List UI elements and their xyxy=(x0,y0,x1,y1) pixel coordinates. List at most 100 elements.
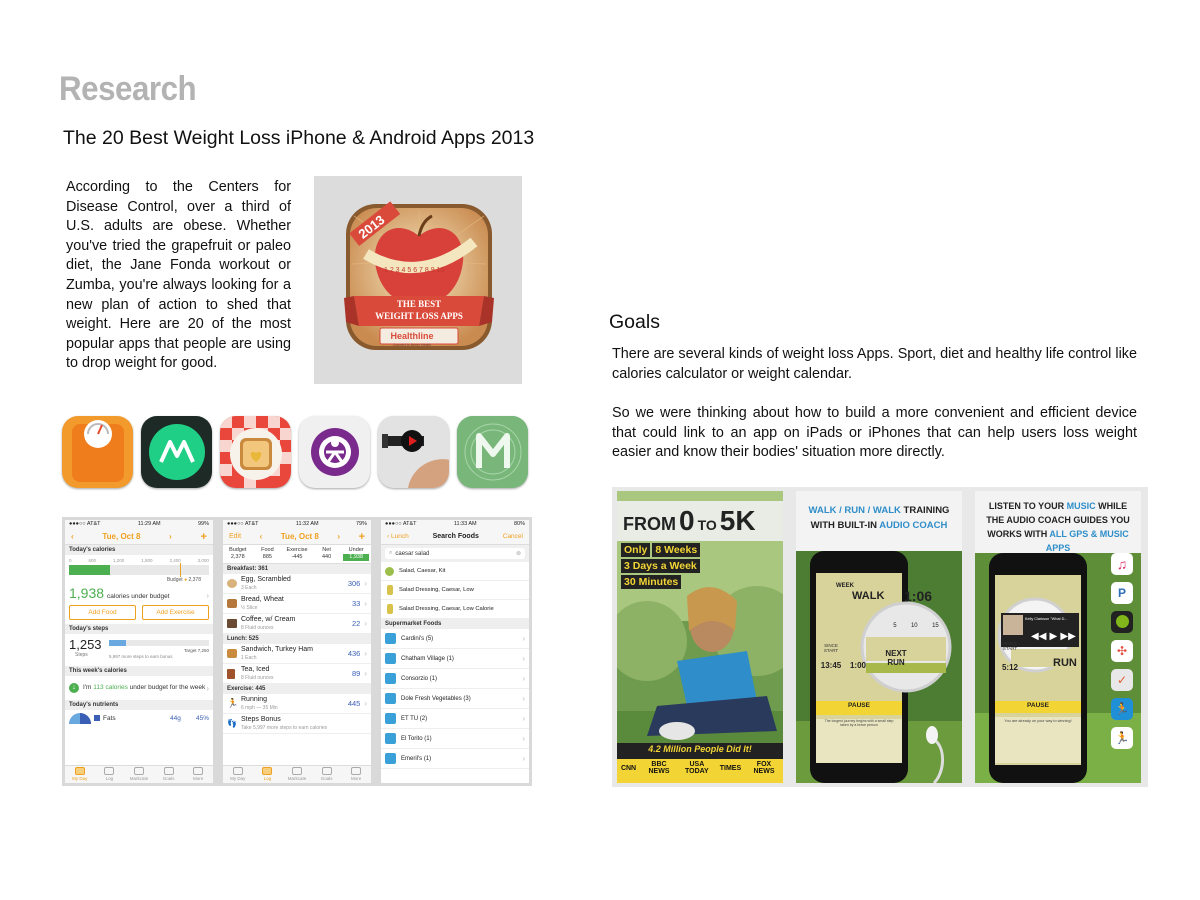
result-row[interactable]: Salad Dressing, Caesar, Low Calorie xyxy=(381,600,529,619)
tab-markcate[interactable]: Markcate xyxy=(125,767,153,781)
item-sub: ½ Slice xyxy=(241,604,258,611)
log-row[interactable]: 🏃 Running 6 mph — 35 Min 445 › xyxy=(223,694,371,714)
add-exercise-button[interactable]: Add Exercise xyxy=(142,605,209,620)
steps-row[interactable]: 1,253 Steps Target 7,250 5,997 more step… xyxy=(65,634,213,666)
store-row[interactable]: Emeril's (1) › xyxy=(381,749,529,769)
log-row[interactable]: Sandwich, Turkey Ham 1 Each 436 › xyxy=(223,644,371,664)
cancel-button[interactable]: Cancel xyxy=(503,533,523,540)
dressing-icon xyxy=(387,585,393,595)
quote-text: You are already on your way to winning! xyxy=(1004,719,1072,723)
result-row[interactable]: Salad Dressing, Caesar, Low xyxy=(381,581,529,600)
clear-icon[interactable]: ⊗ xyxy=(516,550,521,557)
intro-paragraph: According to the Centers for Disease Con… xyxy=(66,179,291,372)
item-sub: 1 Each xyxy=(241,654,257,661)
spotify-icon[interactable] xyxy=(1111,611,1133,633)
summary-under: Under 1,938 xyxy=(341,547,371,561)
store-name: Consorzio (1) xyxy=(401,675,438,682)
tab-goals[interactable]: Goals xyxy=(155,767,183,781)
store-row[interactable]: Chatham Village (1) › xyxy=(381,649,529,669)
summary-food: Food 885 xyxy=(253,547,283,561)
week-row[interactable]: ↓ I'm 113 calories under budget for the … xyxy=(65,676,213,700)
interval-ticks: 5 10 15 xyxy=(886,623,946,629)
chevron-right-icon: › xyxy=(522,714,525,723)
store-row[interactable]: Dole Fresh Vegetables (3) › xyxy=(381,689,529,709)
media-controls-icon: ◀◀ ▶ ▶▶ xyxy=(1031,631,1076,642)
timer-label: 1:06 xyxy=(904,588,933,604)
prev-day-icon[interactable]: ‹ xyxy=(260,532,263,541)
section-lunch: Lunch: 525 xyxy=(223,634,371,644)
nav-date[interactable]: Tue, Oct 8 xyxy=(281,532,319,541)
status-bar: ●●●○○ AT&T 11:33 AM 80% xyxy=(381,520,529,529)
next-day-icon[interactable]: › xyxy=(337,532,340,541)
press-logos: CNN BBC NEWS USA TODAY TIMES FOX NEWS xyxy=(617,761,783,775)
chevron-right-icon: › xyxy=(522,674,525,683)
search-input[interactable]: ⌕ caesar salad ⊗ xyxy=(385,548,525,559)
back-label: Lunch xyxy=(390,533,409,540)
item-value: 445 xyxy=(347,699,361,708)
log-row[interactable]: Coffee, w/ Cream 8 Fluid ounces 22 › xyxy=(223,614,371,634)
nav-title: Search Foods xyxy=(432,533,479,540)
log-row[interactable]: 👣 Steps Bonus Take 5,997 more steps to ear… xyxy=(223,714,371,734)
store-row[interactable]: Consorzio (1) › xyxy=(381,669,529,689)
pause-button[interactable]: PAUSE xyxy=(1021,701,1055,710)
log-row[interactable]: Tea, Iced 8 Fluid ounces 89 › xyxy=(223,664,371,684)
section-today-steps: Today's steps xyxy=(65,624,213,634)
store-row[interactable]: El Torito (1) › xyxy=(381,729,529,749)
tab-my-day[interactable]: My Day xyxy=(66,767,94,781)
item-title: Steps Bonus xyxy=(241,715,281,723)
music-note-icon[interactable]: ♫ xyxy=(1111,553,1133,575)
tab-markcate[interactable]: Markcate xyxy=(283,767,311,781)
edit-button[interactable]: Edit xyxy=(229,533,241,540)
fitness-ring-app-icon[interactable] xyxy=(299,416,370,488)
next-day-icon[interactable]: › xyxy=(169,532,172,541)
log-row[interactable]: Egg, Scrambled 3 Each 306 › xyxy=(223,574,371,594)
badge-brand: Healthline xyxy=(390,331,433,341)
tab-bar: My Day Log Markcate Goals More xyxy=(65,765,213,783)
scale-app-icon[interactable] xyxy=(62,416,133,488)
tab-more[interactable]: More xyxy=(184,767,212,781)
pause-button[interactable]: PAUSE xyxy=(842,701,876,710)
runner-app-icon[interactable]: 🏃 xyxy=(1111,698,1133,720)
tab-label: Markcate xyxy=(129,776,149,781)
running-icon: 🏃 xyxy=(227,698,239,708)
add-food-button[interactable]: Add Food xyxy=(69,605,136,620)
tab-log[interactable]: Log xyxy=(253,767,281,781)
pandora-icon[interactable]: P xyxy=(1111,582,1133,604)
nav-bar: Edit ‹ Tue, Oct 8 › + xyxy=(223,529,371,545)
summary-label: Food xyxy=(261,547,274,553)
section-exercise: Exercise: 445 xyxy=(223,684,371,694)
tab-more[interactable]: More xyxy=(342,767,370,781)
under-budget-row[interactable]: 1,938 calories under budget › xyxy=(65,583,213,603)
training-text: TRAINING xyxy=(903,505,950,516)
result-name: Salad Dressing, Caesar, Low xyxy=(399,587,474,593)
nike-icon[interactable]: ✓ xyxy=(1111,669,1133,691)
pinwheel-app-icon[interactable]: ✣ xyxy=(1111,640,1133,662)
runner-app-icon[interactable]: 🏃 xyxy=(1111,727,1133,749)
nutrient-row[interactable]: Fats 44g 45% xyxy=(65,710,213,726)
item-sub: 3 Each xyxy=(241,584,257,591)
battery: 80% xyxy=(513,521,525,527)
workout-app-icon[interactable] xyxy=(378,416,449,488)
moves-app-icon[interactable] xyxy=(141,416,212,488)
add-icon[interactable]: + xyxy=(201,531,207,543)
walk-run-walk-text: WALK / RUN / WALK xyxy=(808,505,901,516)
back-button[interactable]: ‹ Lunch xyxy=(387,533,409,540)
toast-app-icon[interactable] xyxy=(220,416,291,488)
m-app-icon[interactable] xyxy=(457,416,528,488)
add-icon[interactable]: + xyxy=(359,531,365,543)
log-row[interactable]: Bread, Wheat ½ Slice 33 › xyxy=(223,594,371,614)
goals-paragraph-2: So we were thinking about how to build a… xyxy=(612,405,1137,461)
tab-label: My Day xyxy=(72,776,88,781)
tab-my-day[interactable]: My Day xyxy=(224,767,252,781)
tick-label: 15 xyxy=(932,623,939,629)
prev-day-icon[interactable]: ‹ xyxy=(71,532,74,541)
badge-line2: WEIGHT LOSS APPS xyxy=(375,311,463,321)
store-row[interactable]: ET TU (2) › xyxy=(381,709,529,729)
store-row[interactable]: Cardini's (5) › xyxy=(381,629,529,649)
week-message: I'm 113 calories under budget for the we… xyxy=(83,684,206,692)
nav-date[interactable]: Tue, Oct 8 xyxy=(102,532,140,541)
tab-goals[interactable]: Goals xyxy=(313,767,341,781)
result-row[interactable]: Salad, Caesar, Kit xyxy=(381,562,529,581)
music-shot: LISTEN TO YOUR MUSIC WHILE THE AUDIO COA… xyxy=(975,491,1141,783)
tab-log[interactable]: Log xyxy=(95,767,123,781)
